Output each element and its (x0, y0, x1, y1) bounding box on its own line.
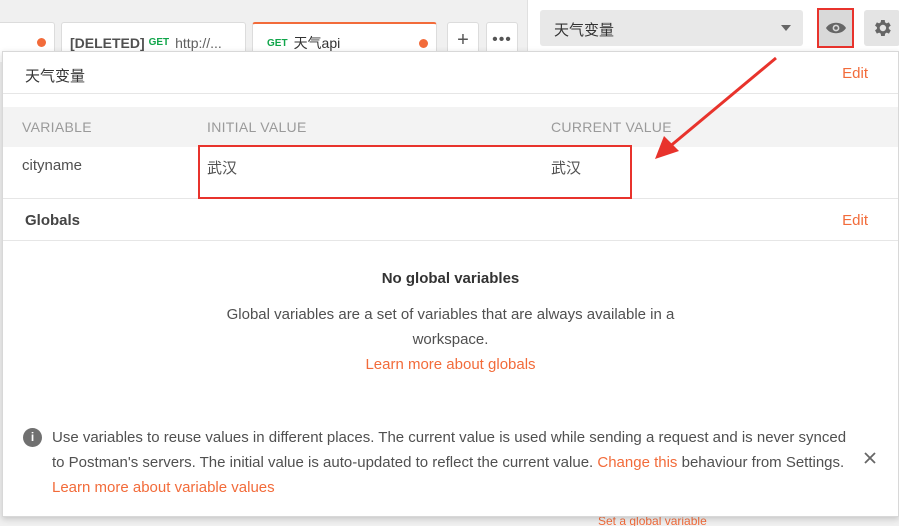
settings-button[interactable] (864, 10, 899, 46)
environment-quick-look-button[interactable] (817, 8, 854, 48)
learn-variables-link[interactable]: Learn more about variable values (52, 479, 275, 496)
globals-empty-state: No global variables Global variables are… (3, 270, 898, 377)
globals-section-header: Globals Edit (3, 201, 898, 241)
environment-title: 天气变量 (25, 68, 86, 85)
info-icon: i (23, 428, 42, 447)
empty-description: Global variables are a set of variables … (226, 306, 675, 348)
chevron-down-icon (781, 25, 791, 31)
learn-globals-link[interactable]: Learn more about globals (3, 352, 898, 377)
edit-globals-link[interactable]: Edit (842, 212, 868, 229)
highlight-box (198, 145, 632, 199)
environment-quick-look-panel: 天气变量 Edit VARIABLE INITIAL VALUE CURRENT… (2, 51, 899, 517)
tab-title: [DELETED] (70, 34, 145, 51)
unsaved-dot (419, 39, 428, 48)
tab-method: GET (148, 37, 170, 48)
unsaved-dot (37, 38, 46, 47)
info-message: i Use variables to reuse values in diffe… (23, 425, 853, 500)
tab-title: 天气api (293, 35, 341, 51)
change-settings-link[interactable]: Change this (597, 454, 677, 471)
environment-bar: 天气变量 (527, 0, 899, 58)
column-variable: VARIABLE (22, 119, 92, 135)
variable-table-header: VARIABLE INITIAL VALUE CURRENT VALUE (3, 107, 898, 147)
close-icon[interactable] (862, 450, 878, 466)
gear-icon (875, 20, 891, 36)
tab-url: http://... (175, 34, 222, 51)
tab-method: GET (267, 37, 288, 49)
column-initial-value: INITIAL VALUE (207, 119, 307, 135)
edit-environment-link[interactable]: Edit (842, 65, 868, 82)
variable-name: cityname (22, 157, 83, 174)
eye-icon (825, 22, 846, 34)
environment-select[interactable]: 天气变量 (540, 10, 803, 46)
globals-title: Globals (25, 212, 81, 229)
environment-section-header: 天气变量 Edit (3, 54, 898, 94)
info-text: behaviour from Settings. (677, 454, 845, 471)
column-current-value: CURRENT VALUE (551, 119, 672, 135)
environment-select-value: 天气变量 (554, 22, 615, 39)
empty-title: No global variables (381, 270, 520, 287)
